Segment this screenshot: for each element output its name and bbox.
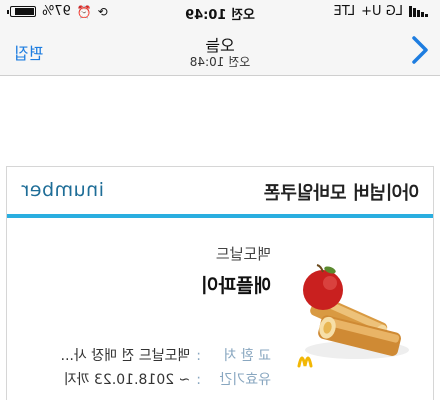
battery-icon [7,6,36,17]
place-value: 맥도날드 전 매장 사... [60,348,191,364]
expiry-label: 유효기간 [219,372,271,388]
alarm-icon: ⏰ [76,4,92,19]
nav-bar: 오늘 오전 10:48 편집 [0,26,440,76]
place-row: 교 환 처:맥도날드 전 매장 사... [61,345,271,365]
inumber-logo: inumber [21,179,104,201]
place-label: 교 환 처 [223,348,271,364]
screen: LG U+ LTE 오전 10:49 ⟳ ⏰ 97% 오늘 오전 10:48 편… [0,0,440,400]
coupon-title: 아이넘버 모바일쿠폰 [263,183,419,204]
battery-percent: 97% [42,4,71,19]
coupon-card[interactable]: 아이넘버 모바일쿠폰 inumber 맥도날드 애플파이 교 환 처:맥도날드 … [6,166,434,400]
product-name: 애플파이 [201,275,271,297]
edit-button[interactable]: 편집 [14,40,43,64]
status-bar: LG U+ LTE 오전 10:49 ⟳ ⏰ 97% [0,0,440,26]
expiry-row: 유효기간:~ 2018.10.23 까지 [64,369,271,389]
inumber-logo-text: inumber [21,179,104,201]
nav-subtitle: 오전 10:48 [189,55,251,69]
coupon-stripe [7,214,433,218]
status-icons: ⟳ ⏰ 97% [7,4,108,19]
coupon-header: 아이넘버 모바일쿠폰 inumber [7,167,433,215]
apple-pie-product-image [297,264,409,368]
brand-name: 맥도날드 [215,245,271,263]
expiry-value: ~ 2018.10.23 까지 [63,372,191,388]
rotation-lock-icon: ⟳ [97,4,108,19]
